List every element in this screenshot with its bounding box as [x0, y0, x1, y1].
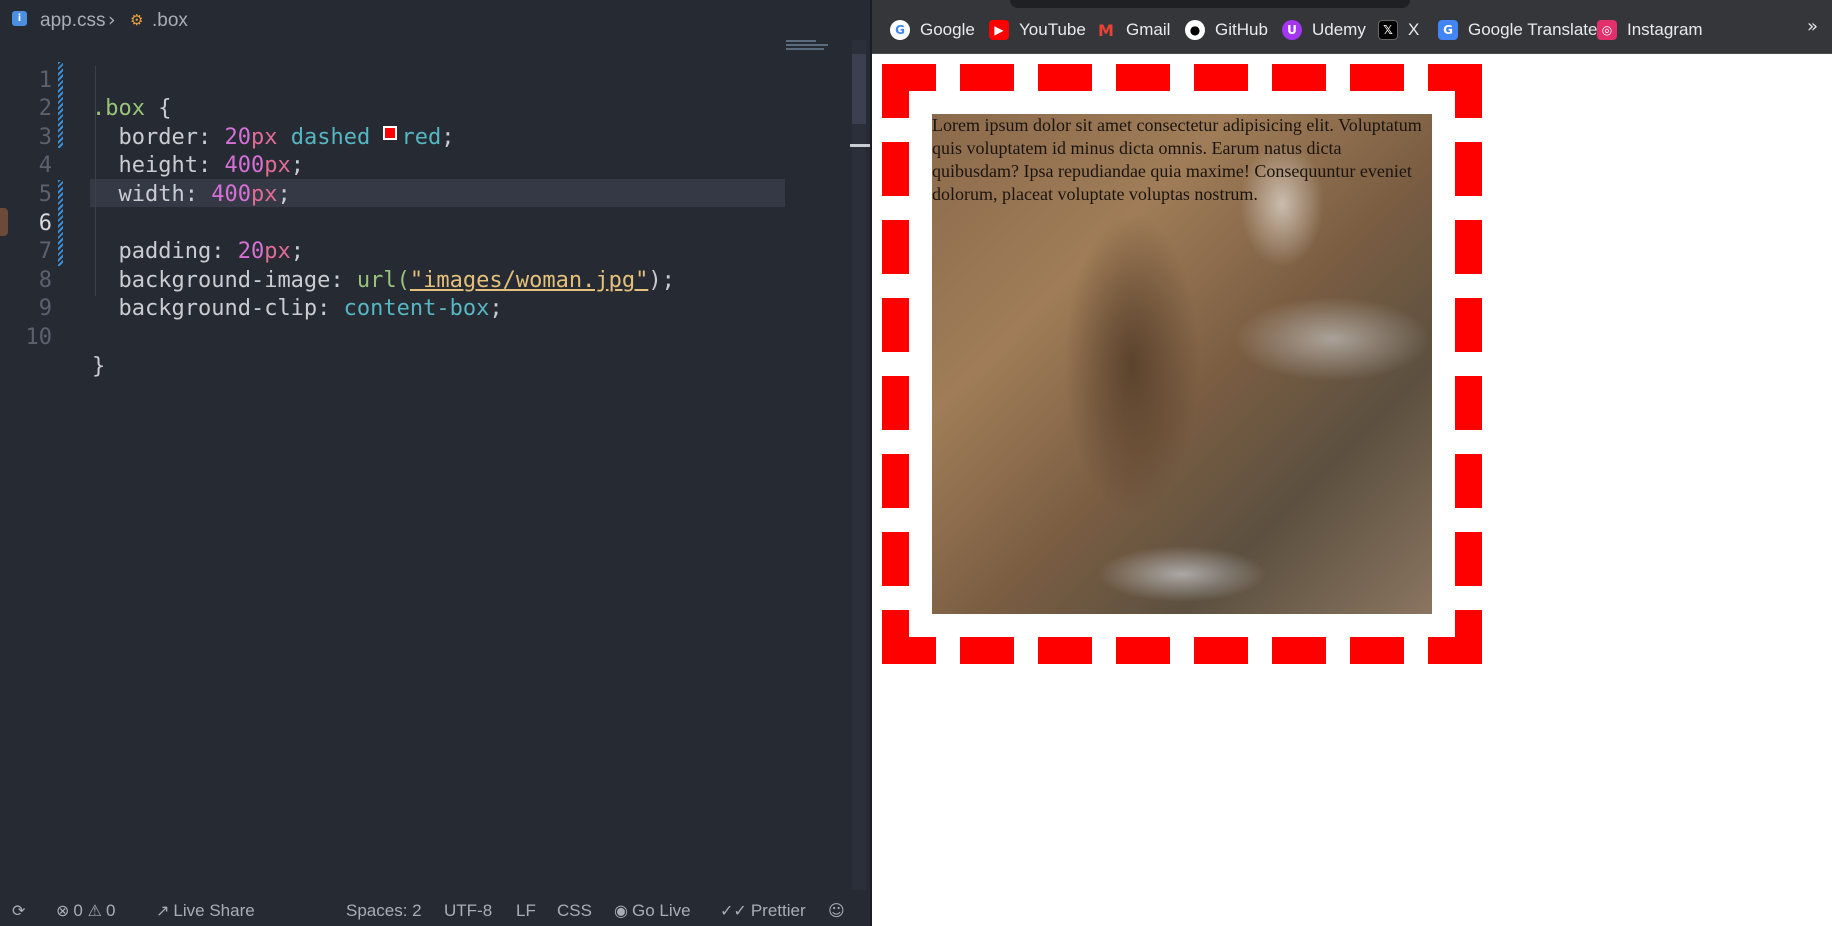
scrollbar-thumb[interactable] [852, 54, 866, 124]
vertical-scrollbar[interactable] [852, 40, 866, 890]
error-icon: ⊗ [56, 901, 70, 920]
code-line[interactable]: 4 width: 400px; [0, 124, 800, 207]
github-icon: ● [1185, 20, 1205, 40]
live-share-icon: ↗ [156, 901, 170, 920]
bookmark-gmail[interactable]: M Gmail [1096, 18, 1170, 42]
code-line[interactable]: 1 .box { [0, 38, 800, 122]
prettier-label: Prettier [750, 901, 806, 920]
error-count: 0 [73, 901, 83, 920]
feedback-icon[interactable]: ☺ [828, 901, 849, 921]
dashed-box: Lorem ipsum dolor sit amet consectetur a… [882, 64, 1482, 664]
bookmarks-bar: G Google ▶ YouTube M Gmail ● GitHub U Ud… [872, 0, 1832, 54]
live-share-button[interactable]: ↗ Live Share [156, 901, 255, 921]
bookmark-x[interactable]: 𝕏 X [1378, 18, 1419, 42]
bookmark-label: GitHub [1215, 20, 1268, 39]
code-line[interactable]: 7 background-image: url("images/woman.jp… [0, 210, 800, 293]
symbol-class-icon: ⚙ [130, 11, 144, 29]
live-share-label: Live Share [173, 901, 255, 920]
status-bar: ⟳ ⊗ 0 ⚠ 0 ↗ Live Share Spaces: 2 UTF-8 LF C… [0, 896, 872, 926]
go-live-button[interactable]: ◉ Go Live [614, 901, 691, 921]
prettier-button[interactable]: ✓✓ Prettier [720, 901, 806, 921]
browser-window: G Google ▶ YouTube M Gmail ● GitHub U Ud… [872, 0, 1832, 926]
scrollbar-cursor-marker [850, 144, 872, 147]
language-selector[interactable]: CSS [557, 901, 592, 921]
bookmark-label: Instagram [1627, 20, 1703, 39]
css-file-icon: i [12, 11, 27, 26]
bookmark-label: YouTube [1019, 20, 1086, 39]
bookmark-label: Gmail [1126, 20, 1171, 39]
youtube-icon: ▶ [989, 20, 1009, 40]
bookmark-udemy[interactable]: U Udemy [1282, 18, 1366, 42]
warning-count: 0 [105, 901, 116, 920]
gmail-icon: M [1098, 20, 1114, 40]
code-line[interactable]: 8 background-clip: content-box; [0, 238, 800, 322]
google-icon: G [890, 20, 910, 40]
bookmark-label: X [1408, 20, 1420, 39]
go-live-label: Go Live [631, 901, 691, 920]
code-line[interactable]: 9 [0, 267, 800, 321]
code-area[interactable]: 1 .box { 2 border: 20px dashed red; 3 he… [0, 38, 800, 379]
breadcrumb-file[interactable]: app.css [40, 10, 105, 32]
lorem-paragraph: Lorem ipsum dolor sit amet consectetur a… [932, 115, 1422, 204]
eol-selector[interactable]: LF [516, 901, 536, 921]
translate-icon: G [1438, 20, 1458, 40]
x-icon: 𝕏 [1378, 20, 1398, 40]
code-line[interactable]: 2 border: 20px dashed red; [0, 67, 800, 150]
minimap[interactable] [786, 40, 836, 60]
double-check-icon: ✓✓ [720, 901, 747, 920]
web-page-viewport[interactable]: Lorem ipsum dolor sit amet consectetur a… [872, 54, 1832, 926]
breadcrumb: i app.css › ⚙ .box [0, 0, 872, 40]
tab-strip-edge [1010, 0, 1410, 8]
code-line[interactable]: 10 } [0, 295, 800, 379]
warning-icon: ⚠ [87, 901, 102, 920]
close-brace: } [92, 353, 106, 379]
bookmark-youtube[interactable]: ▶ YouTube [989, 18, 1086, 42]
bookmark-google[interactable]: G Google [890, 18, 975, 42]
instagram-icon: ◎ [1597, 20, 1617, 40]
indentation-selector[interactable]: Spaces: 2 [346, 901, 422, 921]
bookmarks-overflow-button[interactable]: » [1807, 16, 1818, 37]
line-number: 10 [25, 324, 53, 350]
code-editor[interactable]: i app.css › ⚙ .box 1 .box { 2 border: 20… [0, 0, 872, 926]
encoding-selector[interactable]: UTF-8 [444, 901, 492, 921]
bookmark-label: Google [920, 20, 975, 39]
code-line-active[interactable]: 6 padding: 20px; [0, 181, 800, 265]
sync-icon[interactable]: ⟳ [12, 901, 29, 921]
problems-indicator[interactable]: ⊗ 0 ⚠ 0 [56, 901, 115, 921]
bookmark-label: Udemy [1312, 20, 1366, 39]
bookmark-instagram[interactable]: ◎ Instagram [1597, 18, 1703, 42]
chevron-right-icon: › [108, 9, 116, 31]
box-background-image: Lorem ipsum dolor sit amet consectetur a… [932, 114, 1432, 614]
bookmark-label: Google Translate [1468, 20, 1598, 39]
bookmark-github[interactable]: ● GitHub [1185, 18, 1268, 42]
bookmark-google-translate[interactable]: G Google Translate [1438, 18, 1597, 42]
breadcrumb-symbol[interactable]: .box [152, 10, 188, 32]
broadcast-icon: ◉ [614, 901, 628, 920]
code-line[interactable]: 3 height: 400px; [0, 95, 800, 179]
code-line[interactable]: 5 [0, 152, 800, 207]
udemy-icon: U [1282, 20, 1302, 40]
